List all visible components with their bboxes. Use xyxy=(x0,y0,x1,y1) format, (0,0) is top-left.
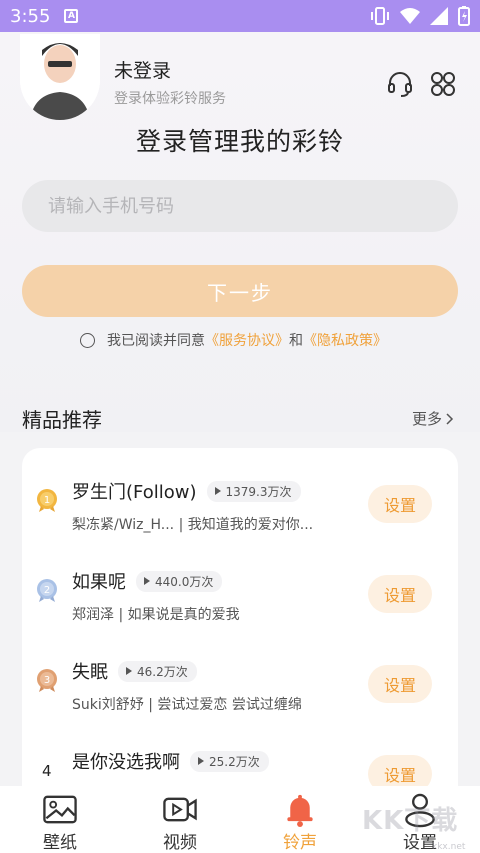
tab-wallpaper[interactable]: 壁纸 xyxy=(0,786,120,853)
status-bar: 3:55 A xyxy=(0,0,480,32)
more-link[interactable]: 更多 xyxy=(412,408,454,429)
next-step-button[interactable]: 下一步 xyxy=(22,265,458,317)
tab-label: 视频 xyxy=(163,833,197,853)
play-count: 46.2万次 xyxy=(118,660,197,682)
bell-icon xyxy=(287,794,313,828)
agree-and-text: 和 xyxy=(289,333,303,349)
privacy-policy-link[interactable]: 《隐私政策》 xyxy=(303,330,387,350)
wifi-icon xyxy=(400,8,420,24)
play-count: 440.0万次 xyxy=(136,570,223,592)
agreement-row: 我已阅读并同意 《服务协议》 和 《隐私政策》 xyxy=(80,330,387,350)
watermark-url: kkx.net xyxy=(432,842,466,852)
agree-text: 我已阅读并同意 xyxy=(107,333,205,349)
section-title: 精品推荐 xyxy=(22,408,102,432)
more-label: 更多 xyxy=(411,410,442,428)
recommend-list: 1 罗生门(Follow) 1379.3万次 梨冻紧/Wiz_H... | 我知… xyxy=(22,448,458,808)
gold-medal-icon: 1 xyxy=(37,489,57,512)
bronze-medal-icon: 3 xyxy=(37,669,57,692)
tab-label: 壁纸 xyxy=(43,833,77,853)
service-agreement-link[interactable]: 《服务协议》 xyxy=(205,330,289,350)
play-count: 1379.3万次 xyxy=(206,480,301,502)
song-subtitle: Suki刘舒妤 | 尝试过爱恋 尝试过缠绵 xyxy=(72,697,302,713)
login-panel: 未登录 登录体验彩铃服务 xyxy=(0,32,480,432)
vibrate-icon xyxy=(371,7,389,25)
set-ringtone-button[interactable]: 设置 xyxy=(368,485,432,523)
notification-a-icon: A xyxy=(64,9,79,23)
song-title: 失眠 xyxy=(72,662,108,683)
song-title: 是你没选我啊 xyxy=(72,752,180,773)
play-icon xyxy=(198,757,204,765)
song-subtitle: 梨冻紧/Wiz_H... | 我知道我的爱对你... xyxy=(72,517,314,533)
song-title: 如果呢 xyxy=(72,572,126,593)
video-icon xyxy=(163,797,197,822)
login-title: 登录管理我的彩铃 xyxy=(135,127,344,156)
battery-icon xyxy=(458,6,470,26)
chevron-right-icon xyxy=(446,412,454,425)
agree-radio[interactable] xyxy=(80,332,95,348)
play-icon xyxy=(126,667,132,675)
play-icon xyxy=(214,487,221,495)
apps-grid-icon[interactable] xyxy=(429,70,457,98)
silver-medal-icon: 2 xyxy=(37,579,57,602)
play-icon xyxy=(144,577,150,585)
user-name[interactable]: 未登录 xyxy=(114,56,171,83)
user-subtitle: 登录体验彩铃服务 xyxy=(114,91,226,107)
list-item[interactable]: 1 罗生门(Follow) 1379.3万次 梨冻紧/Wiz_H... | 我知… xyxy=(22,448,458,538)
set-ringtone-button[interactable]: 设置 xyxy=(368,665,432,703)
rank-number: 4 xyxy=(42,762,52,780)
svg-text:2: 2 xyxy=(44,585,50,596)
svg-text:1: 1 xyxy=(44,495,50,506)
list-item[interactable]: 2 如果呢 440.0万次 郑润泽 | 如果说是真的爱我 设置 xyxy=(22,538,458,628)
set-ringtone-button[interactable]: 设置 xyxy=(368,575,432,613)
tab-video[interactable]: 视频 xyxy=(120,786,240,853)
signal-icon xyxy=(430,7,448,25)
headset-icon[interactable] xyxy=(386,70,414,98)
avatar[interactable] xyxy=(20,34,100,120)
phone-input[interactable] xyxy=(22,180,458,232)
status-time: 3:55 xyxy=(10,5,51,27)
tab-ringtone[interactable]: 铃声 xyxy=(240,786,360,853)
song-subtitle: 郑润泽 | 如果说是真的爱我 xyxy=(72,607,240,623)
watermark-logo: KK下载 xyxy=(362,806,459,836)
wallpaper-icon xyxy=(43,795,77,824)
svg-text:3: 3 xyxy=(44,675,50,686)
tab-label: 铃声 xyxy=(283,833,317,853)
song-title: 罗生门(Follow) xyxy=(72,482,197,503)
list-item[interactable]: 3 失眠 46.2万次 Suki刘舒妤 | 尝试过爱恋 尝试过缠绵 设置 xyxy=(22,628,458,718)
play-count: 25.2万次 xyxy=(190,750,269,772)
